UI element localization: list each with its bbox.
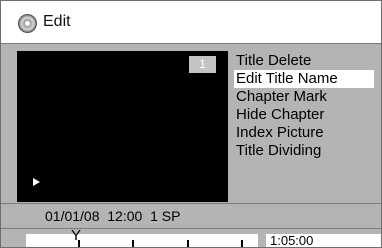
timeline-track[interactable]: Y	[26, 228, 258, 247]
menu-item-chapter-mark[interactable]: Chapter Mark	[234, 88, 374, 106]
chapter-tick	[241, 240, 243, 247]
page-title: Edit	[43, 13, 71, 30]
recording-info-bar: 01/01/08 12:00 1 SP	[1, 204, 381, 229]
menu-item-title-dividing[interactable]: Title Dividing	[234, 142, 374, 160]
recording-info: 01/01/08 12:00 1 SP	[45, 208, 181, 224]
header-bar: Edit	[1, 1, 381, 44]
chapter-tick	[132, 240, 134, 247]
play-icon	[33, 178, 40, 186]
edit-menu: Title Delete Edit Title Name Chapter Mar…	[234, 52, 374, 160]
disc-icon	[18, 14, 37, 33]
edit-window: Edit 1 Title Delete Edit Title Name Chap…	[0, 0, 382, 248]
menu-item-index-picture[interactable]: Index Picture	[234, 124, 374, 142]
timeline-bar: Y 1:05:00	[1, 228, 381, 247]
menu-item-edit-title-name[interactable]: Edit Title Name	[234, 70, 374, 88]
video-preview: 1	[17, 51, 228, 202]
main-panel: 1 Title Delete Edit Title Name Chapter M…	[1, 44, 381, 204]
menu-item-hide-chapter[interactable]: Hide Chapter	[234, 106, 374, 124]
chapter-tick	[187, 240, 189, 247]
chapter-tick	[78, 240, 80, 247]
menu-item-title-delete[interactable]: Title Delete	[234, 52, 374, 70]
duration-display: 1:05:00	[266, 234, 381, 247]
title-number-badge: 1	[189, 56, 216, 73]
